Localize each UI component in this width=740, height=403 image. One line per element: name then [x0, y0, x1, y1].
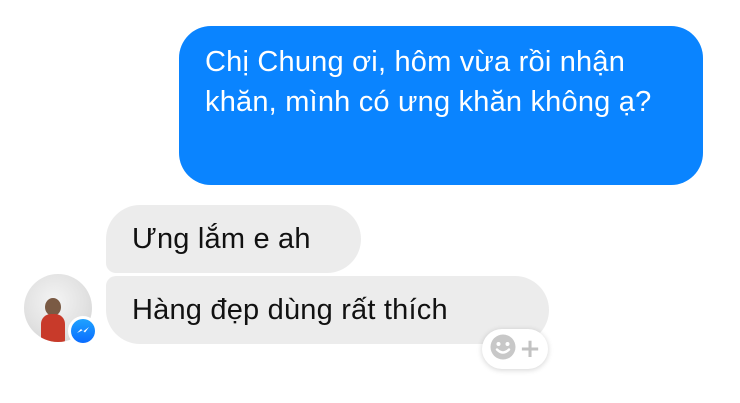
messenger-badge	[68, 316, 98, 346]
incoming-message-text: Hàng đẹp dùng rất thích	[132, 294, 448, 326]
plus-icon: +	[519, 334, 541, 364]
outgoing-message-text: Chị Chung ơi, hôm vừa rồi nhận khăn, mìn…	[205, 46, 652, 118]
add-reaction-button[interactable]: +	[482, 329, 548, 369]
incoming-message-text: Ưng lắm e ah	[132, 223, 311, 255]
incoming-message-bubble[interactable]: Hàng đẹp dùng rất thích	[106, 276, 549, 344]
smiley-icon	[489, 333, 517, 366]
outgoing-message-bubble[interactable]: Chị Chung ơi, hôm vừa rồi nhận khăn, mìn…	[179, 26, 703, 185]
avatar-photo-figure	[41, 298, 65, 342]
messenger-icon	[71, 319, 95, 343]
incoming-message-bubble[interactable]: Ưng lắm e ah	[106, 205, 361, 273]
